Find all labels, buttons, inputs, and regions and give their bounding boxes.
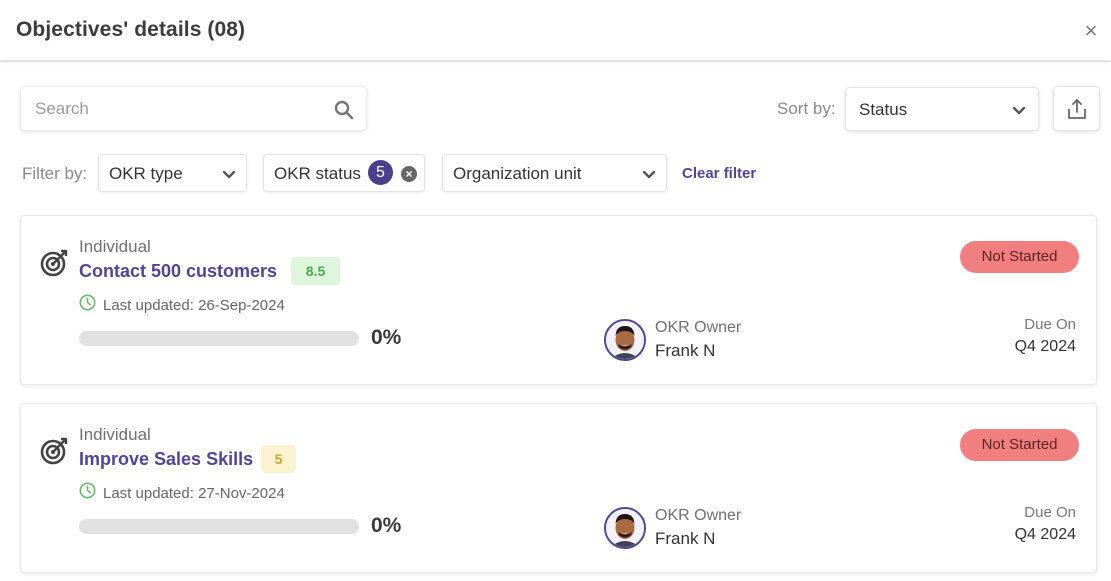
progress-percent: 0% <box>371 326 402 349</box>
owner-avatar-image <box>606 321 644 359</box>
okr-type-label: OKR type <box>109 164 183 183</box>
due-value: Q4 2024 <box>1014 526 1076 543</box>
filter-label: Filter by: <box>22 164 88 183</box>
sort-selected-value: Status <box>859 100 908 119</box>
avatar[interactable] <box>604 319 646 361</box>
due-value: Q4 2024 <box>1014 338 1076 355</box>
last-updated: Last updated: 27-Nov-2024 <box>103 485 285 502</box>
owner-name: Frank N <box>655 341 716 360</box>
due-label: Due On <box>1024 316 1076 333</box>
search-icon[interactable] <box>334 100 354 120</box>
clock-icon <box>79 294 96 311</box>
okr-type-filter[interactable]: OKR type <box>98 154 247 192</box>
close-icon[interactable]: × <box>1081 20 1101 42</box>
objective-card[interactable]: Individual Contact 500 customers 8.5 Las… <box>20 215 1097 385</box>
sort-select[interactable]: Status <box>845 87 1039 131</box>
objective-title[interactable]: Improve Sales Skills <box>79 449 253 470</box>
score-badge: 5 <box>261 445 296 473</box>
search-input[interactable] <box>35 98 325 120</box>
search-box[interactable] <box>20 86 367 131</box>
objective-title[interactable]: Contact 500 customers <box>79 261 277 282</box>
progress-bar <box>79 331 359 346</box>
okr-status-filter[interactable]: OKR status 5 × <box>263 154 425 192</box>
modal-header: Objectives' details (08) × <box>0 0 1111 62</box>
status-badge: Not Started <box>960 429 1079 461</box>
sort-label: Sort by: <box>777 99 836 118</box>
owner-name: Frank N <box>655 529 716 548</box>
objective-type: Individual <box>79 237 151 256</box>
owner-label: OKR Owner <box>655 319 742 336</box>
target-icon <box>40 437 68 465</box>
organization-unit-label: Organization unit <box>453 164 582 183</box>
target-icon <box>40 249 68 277</box>
export-button[interactable] <box>1053 86 1100 131</box>
export-icon <box>1068 99 1086 119</box>
progress-bar <box>79 519 359 534</box>
chevron-down-icon <box>222 170 236 179</box>
due-label: Due On <box>1024 504 1076 521</box>
clock-icon <box>79 482 96 499</box>
modal-title: Objectives' details (08) <box>16 18 246 41</box>
last-updated: Last updated: 26-Sep-2024 <box>103 297 285 314</box>
progress-percent: 0% <box>371 514 402 537</box>
objective-card[interactable]: Individual Improve Sales Skills 5 Last u… <box>20 403 1097 573</box>
avatar[interactable] <box>604 507 646 549</box>
organization-unit-filter[interactable]: Organization unit <box>442 154 667 192</box>
chevron-down-icon <box>642 170 656 179</box>
status-badge: Not Started <box>960 241 1079 273</box>
objective-type: Individual <box>79 425 151 444</box>
okr-status-label: OKR status <box>274 164 361 183</box>
okr-status-count-badge: 5 <box>368 160 393 185</box>
owner-label: OKR Owner <box>655 507 742 524</box>
chevron-down-icon <box>1012 106 1026 115</box>
owner-avatar-image <box>606 509 644 547</box>
clear-filter-link[interactable]: Clear filter <box>682 165 756 182</box>
score-badge: 8.5 <box>291 257 340 285</box>
clear-status-icon[interactable]: × <box>401 166 417 182</box>
